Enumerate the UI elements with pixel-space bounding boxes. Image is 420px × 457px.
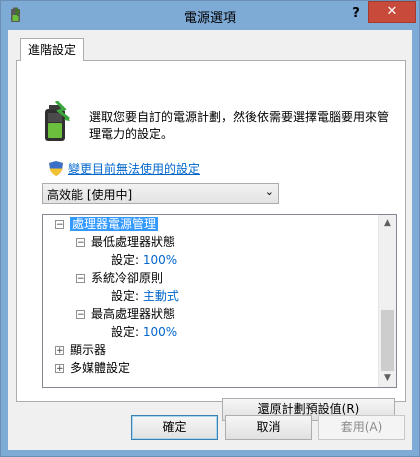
collapse-icon[interactable]: − bbox=[55, 220, 64, 230]
scrollbar-thumb[interactable] bbox=[381, 310, 394, 371]
tree-item-label: 系統冷卻原則 bbox=[91, 271, 164, 285]
tree-item-display[interactable]: + 顯示器 bbox=[55, 341, 106, 359]
shield-icon bbox=[49, 161, 63, 176]
change-unavailable-settings-link[interactable]: 變更目前無法使用的設定 bbox=[68, 160, 200, 177]
power-plan-select-value: 高效能 [使用中] bbox=[47, 188, 133, 202]
collapse-icon[interactable]: − bbox=[76, 238, 85, 248]
collapse-icon[interactable]: − bbox=[76, 274, 85, 284]
setting-value[interactable]: 主動式 bbox=[143, 289, 179, 303]
dialog-window: 電源選項 ? ✕ 進階設定 選取您要自訂的電源計劃，然後依需要選擇電腦要用來管理… bbox=[0, 0, 420, 457]
scroll-up-icon[interactable]: ▲ bbox=[379, 215, 396, 232]
tree-item-label: 最高處理器狀態 bbox=[91, 307, 176, 321]
setting-row[interactable]: 設定: 100% bbox=[111, 323, 177, 341]
expand-icon[interactable]: + bbox=[55, 346, 64, 356]
cancel-button[interactable]: 取消 bbox=[225, 415, 312, 440]
setting-label: 設定: bbox=[111, 325, 140, 339]
tab-advanced-settings[interactable]: 進階設定 bbox=[20, 38, 84, 61]
setting-row[interactable]: 設定: 100% bbox=[111, 251, 177, 269]
apply-button[interactable]: 套用(A) bbox=[318, 415, 405, 440]
power-plan-icon bbox=[45, 101, 70, 141]
expand-icon[interactable]: + bbox=[55, 364, 64, 374]
ok-button[interactable]: 確定 bbox=[131, 415, 218, 440]
setting-label: 設定: bbox=[111, 289, 140, 303]
tree-item-label: 多媒體設定 bbox=[70, 361, 131, 375]
tree-item-min-processor[interactable]: − 最低處理器狀態 bbox=[76, 233, 175, 251]
setting-value[interactable]: 100% bbox=[143, 253, 177, 267]
description-text: 選取您要自訂的電源計劃，然後依需要選擇電腦要用來管理電力的設定。 bbox=[89, 110, 390, 141]
vertical-scrollbar[interactable]: ▲ ▼ bbox=[378, 215, 396, 387]
tree-item-label: 最低處理器狀態 bbox=[91, 235, 176, 249]
settings-tree[interactable]: − 處理器電源管理 − 最低處理器狀態 設定: 100% − 系統冷卻原則 設定: 主… bbox=[42, 214, 397, 388]
tree-item-label: 處理器電源管理 bbox=[70, 217, 159, 231]
scroll-down-icon[interactable]: ▼ bbox=[379, 370, 396, 387]
tree-item-cooling-policy[interactable]: − 系統冷卻原則 bbox=[76, 269, 163, 287]
chevron-down-icon: ⌄ bbox=[264, 185, 274, 198]
tree-item-max-processor[interactable]: − 最高處理器狀態 bbox=[76, 305, 175, 323]
tree-item-processor-power[interactable]: − 處理器電源管理 bbox=[55, 215, 159, 233]
collapse-icon[interactable]: − bbox=[76, 310, 85, 320]
dialog-client: 進階設定 選取您要自訂的電源計劃，然後依需要選擇電腦要用來管理電力的設定。 變更… bbox=[8, 30, 412, 450]
setting-value[interactable]: 100% bbox=[143, 325, 177, 339]
power-plan-select[interactable]: 高效能 [使用中] ⌄ bbox=[42, 183, 279, 204]
help-icon[interactable]: ? bbox=[344, 4, 368, 24]
tree-item-label: 顯示器 bbox=[70, 343, 107, 357]
close-button[interactable]: ✕ bbox=[368, 1, 416, 23]
tab-panel: 選取您要自訂的電源計劃，然後依需要選擇電腦要用來管理電力的設定。 變更目前無法使… bbox=[16, 60, 406, 421]
setting-row[interactable]: 設定: 主動式 bbox=[111, 287, 179, 305]
setting-label: 設定: bbox=[111, 253, 140, 267]
tree-item-multimedia[interactable]: + 多媒體設定 bbox=[55, 359, 130, 377]
title-bar: 電源選項 ? ✕ bbox=[1, 1, 419, 29]
